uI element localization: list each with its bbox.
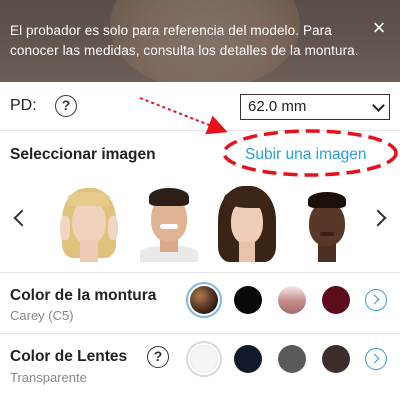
frame-swatch-burgundy[interactable] [322, 286, 350, 314]
divider [0, 333, 400, 334]
question-icon[interactable]: ? [55, 95, 77, 117]
pd-value: 62.0 mm [248, 98, 307, 115]
divider [0, 130, 400, 131]
question-icon[interactable]: ? [147, 346, 169, 368]
frame-swatch-pink[interactable] [278, 286, 306, 314]
close-icon[interactable]: × [370, 17, 388, 39]
divider [0, 272, 400, 273]
upload-image-link[interactable]: Subir una imagen [245, 146, 367, 164]
frame-color-title: Color de la montura [10, 287, 157, 304]
frame-swatch-black[interactable] [234, 286, 262, 314]
carousel-next-icon[interactable] [369, 209, 387, 227]
lens-swatch-clear[interactable] [190, 345, 218, 373]
model-dark-hair-man[interactable] [136, 186, 202, 262]
lens-colors-next-button[interactable] [365, 348, 387, 370]
model-brunette-woman[interactable] [214, 186, 280, 262]
pd-select[interactable]: 62.0 mm [240, 94, 390, 120]
chevron-down-icon [372, 99, 385, 112]
model-blonde-woman[interactable] [56, 186, 122, 262]
frame-swatch-tortoise[interactable] [190, 286, 218, 314]
frame-colors-next-button[interactable] [365, 289, 387, 311]
pd-row: PD: ? 62.0 mm [0, 84, 400, 130]
lens-swatch-grey[interactable] [278, 345, 306, 373]
lens-swatch-navy[interactable] [234, 345, 262, 373]
lens-color-title: Color de Lentes [10, 348, 128, 365]
lens-swatch-brown[interactable] [322, 345, 350, 373]
select-image-title: Seleccionar imagen [10, 146, 156, 163]
frame-color-selected: Carey (C5) [10, 308, 74, 323]
lens-color-selected: Transparente [10, 370, 87, 385]
notice-banner: El probador es solo para referencia del … [0, 0, 400, 82]
banner-message: El probador es solo para referencia del … [10, 23, 359, 58]
carousel-prev-icon[interactable] [13, 209, 31, 227]
pd-label: PD: [10, 97, 37, 114]
model-dark-skin-woman[interactable] [294, 186, 360, 262]
